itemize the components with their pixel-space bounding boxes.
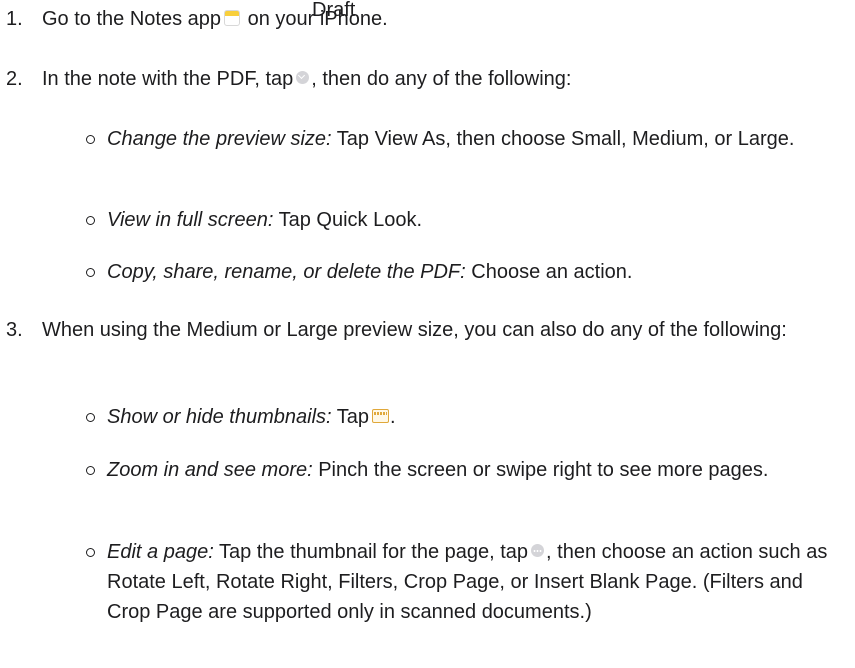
bullet-icon (86, 548, 95, 557)
item-label: Zoom in and see more: (107, 459, 313, 481)
item-label: Change the preview size: (107, 128, 332, 150)
draft-watermark: Draft (312, 0, 356, 21)
instructions-page: 1. Go to the Notes app on your iPhone. D… (0, 0, 855, 668)
item-label: Show or hide thumbnails: (107, 406, 332, 428)
bullet-icon (86, 268, 95, 277)
list-item: Zoom in and see more: Pinch the screen o… (86, 455, 851, 485)
more-circle-icon (531, 544, 545, 558)
bullet-icon (86, 135, 95, 144)
thumbnails-icon (372, 408, 390, 423)
list-item: Edit a page: Tap the thumbnail for the p… (86, 537, 851, 627)
list-item: Change the preview size: Tap View As, th… (86, 124, 851, 154)
list-item: Show or hide thumbnails: Tap. (86, 402, 851, 432)
step-number: 1. (6, 8, 23, 30)
list-item: View in full screen: Tap Quick Look. (86, 205, 851, 235)
item-label: Edit a page: (107, 541, 214, 563)
step-text: Go to the Notes app on your iPhone. (42, 8, 388, 30)
chevron-down-circle-icon (296, 71, 310, 85)
bullet-icon (86, 216, 95, 225)
step-number: 3. (6, 319, 23, 341)
step-1: 1. Go to the Notes app on your iPhone. (6, 4, 846, 34)
step-text: In the note with the PDF, tap, then do a… (42, 68, 572, 90)
item-label: View in full screen: (107, 209, 274, 231)
step-2: 2. In the note with the PDF, tap, then d… (6, 64, 846, 94)
bullet-icon (86, 413, 95, 422)
step-text: When using the Medium or Large preview s… (42, 319, 787, 341)
notes-app-icon (224, 9, 241, 26)
step-number: 2. (6, 68, 23, 90)
item-label: Copy, share, rename, or delete the PDF: (107, 261, 466, 283)
list-item: Copy, share, rename, or delete the PDF: … (86, 257, 851, 287)
bullet-icon (86, 466, 95, 475)
step-3: 3. When using the Medium or Large previe… (6, 315, 846, 345)
